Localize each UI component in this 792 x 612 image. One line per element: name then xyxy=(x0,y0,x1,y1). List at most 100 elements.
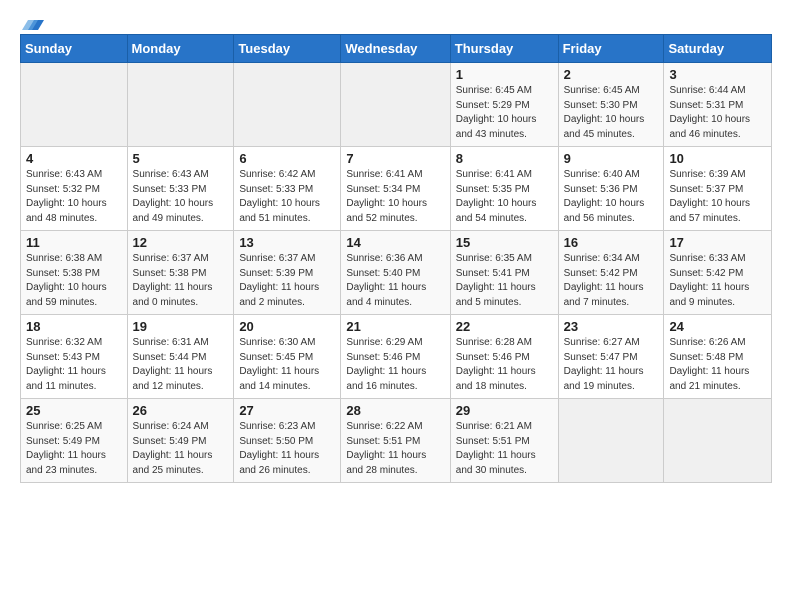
calendar-cell: 16 Sunrise: 6:34 AM Sunset: 5:42 PM Dayli… xyxy=(558,231,664,315)
day-info: Sunrise: 6:31 AM Sunset: 5:44 PM Dayligh… xyxy=(133,336,229,394)
day-number: 16 xyxy=(564,235,659,250)
calendar-cell: 1Sunrise: 6:45 AM Sunset: 5:29 PM Daylig… xyxy=(450,63,558,147)
day-number: 27 xyxy=(239,403,335,418)
day-number: 23 xyxy=(564,319,659,334)
calendar-cell: 21Sunrise: 6:29 AM Sunset: 5:46 PM Dayli… xyxy=(341,315,450,399)
day-number: 26 xyxy=(133,403,229,418)
day-number: 28 xyxy=(346,403,444,418)
calendar-cell: 18 Sunrise: 6:32 AM Sunset: 5:43 PM Dayli… xyxy=(21,315,128,399)
day-info: Sunrise: 6:43 AM Sunset: 5:32 PM Dayligh… xyxy=(26,168,122,226)
calendar-cell: 4 Sunrise: 6:43 AM Sunset: 5:32 PM Daylig… xyxy=(21,147,128,231)
calendar-week-row: 25 Sunrise: 6:25 AM Sunset: 5:49 PM Dayli… xyxy=(21,399,772,483)
day-number: 15 xyxy=(456,235,553,250)
calendar-cell: 11 Sunrise: 6:38 AM Sunset: 5:38 PM Dayli… xyxy=(21,231,128,315)
calendar-cell: 24 Sunrise: 6:26 AM Sunset: 5:48 PM Dayli… xyxy=(664,315,772,399)
weekday-header-monday: Monday xyxy=(127,35,234,63)
day-number: 6 xyxy=(239,151,335,166)
calendar-week-row: 18 Sunrise: 6:32 AM Sunset: 5:43 PM Dayli… xyxy=(21,315,772,399)
day-info: Sunrise: 6:37 AM Sunset: 5:39 PM Dayligh… xyxy=(239,252,335,310)
day-number: 2 xyxy=(564,67,659,82)
weekday-header-friday: Friday xyxy=(558,35,664,63)
day-info: Sunrise: 6:37 AM Sunset: 5:38 PM Dayligh… xyxy=(133,252,229,310)
logo-icon xyxy=(22,12,44,34)
day-info: Sunrise: 6:21 AM Sunset: 5:51 PM Dayligh… xyxy=(456,420,553,478)
page: SundayMondayTuesdayWednesdayThursdayFrid… xyxy=(0,0,792,612)
calendar-cell: 2 Sunrise: 6:45 AM Sunset: 5:30 PM Daylig… xyxy=(558,63,664,147)
day-info: Sunrise: 6:33 AM Sunset: 5:42 PM Dayligh… xyxy=(669,252,766,310)
calendar-cell: 3 Sunrise: 6:44 AM Sunset: 5:31 PM Daylig… xyxy=(664,63,772,147)
day-number: 14 xyxy=(346,235,444,250)
calendar-cell: 19 Sunrise: 6:31 AM Sunset: 5:44 PM Dayli… xyxy=(127,315,234,399)
calendar-cell: 28 Sunrise: 6:22 AM Sunset: 5:51 PM Dayli… xyxy=(341,399,450,483)
day-info: Sunrise: 6:29 AM Sunset: 5:46 PM Dayligh… xyxy=(346,336,444,394)
calendar-cell: 5Sunrise: 6:43 AM Sunset: 5:33 PM Daylig… xyxy=(127,147,234,231)
day-info: Sunrise: 6:35 AM Sunset: 5:41 PM Dayligh… xyxy=(456,252,553,310)
day-info: Sunrise: 6:42 AM Sunset: 5:33 PM Dayligh… xyxy=(239,168,335,226)
calendar-cell xyxy=(341,63,450,147)
calendar-cell: 6 Sunrise: 6:42 AM Sunset: 5:33 PM Daylig… xyxy=(234,147,341,231)
day-info: Sunrise: 6:40 AM Sunset: 5:36 PM Dayligh… xyxy=(564,168,659,226)
day-number: 25 xyxy=(26,403,122,418)
day-number: 3 xyxy=(669,67,766,82)
calendar-cell: 26Sunrise: 6:24 AM Sunset: 5:49 PM Dayli… xyxy=(127,399,234,483)
day-number: 29 xyxy=(456,403,553,418)
logo xyxy=(20,16,44,28)
day-number: 22 xyxy=(456,319,553,334)
calendar-cell xyxy=(558,399,664,483)
day-number: 19 xyxy=(133,319,229,334)
calendar-cell: 20 Sunrise: 6:30 AM Sunset: 5:45 PM Dayli… xyxy=(234,315,341,399)
calendar-cell: 7Sunrise: 6:41 AM Sunset: 5:34 PM Daylig… xyxy=(341,147,450,231)
calendar-header-row: SundayMondayTuesdayWednesdayThursdayFrid… xyxy=(21,35,772,63)
day-info: Sunrise: 6:26 AM Sunset: 5:48 PM Dayligh… xyxy=(669,336,766,394)
day-info: Sunrise: 6:45 AM Sunset: 5:30 PM Dayligh… xyxy=(564,84,659,142)
day-number: 10 xyxy=(669,151,766,166)
day-info: Sunrise: 6:27 AM Sunset: 5:47 PM Dayligh… xyxy=(564,336,659,394)
calendar-cell xyxy=(664,399,772,483)
day-info: Sunrise: 6:25 AM Sunset: 5:49 PM Dayligh… xyxy=(26,420,122,478)
calendar-cell: 10 Sunrise: 6:39 AM Sunset: 5:37 PM Dayli… xyxy=(664,147,772,231)
day-info: Sunrise: 6:28 AM Sunset: 5:46 PM Dayligh… xyxy=(456,336,553,394)
day-info: Sunrise: 6:45 AM Sunset: 5:29 PM Dayligh… xyxy=(456,84,553,142)
day-number: 9 xyxy=(564,151,659,166)
day-number: 4 xyxy=(26,151,122,166)
weekday-header-wednesday: Wednesday xyxy=(341,35,450,63)
day-number: 7 xyxy=(346,151,444,166)
header xyxy=(20,16,772,28)
calendar-cell: 12 Sunrise: 6:37 AM Sunset: 5:38 PM Dayli… xyxy=(127,231,234,315)
calendar-week-row: 1Sunrise: 6:45 AM Sunset: 5:29 PM Daylig… xyxy=(21,63,772,147)
day-info: Sunrise: 6:38 AM Sunset: 5:38 PM Dayligh… xyxy=(26,252,122,310)
day-info: Sunrise: 6:34 AM Sunset: 5:42 PM Dayligh… xyxy=(564,252,659,310)
day-number: 20 xyxy=(239,319,335,334)
day-info: Sunrise: 6:22 AM Sunset: 5:51 PM Dayligh… xyxy=(346,420,444,478)
day-info: Sunrise: 6:39 AM Sunset: 5:37 PM Dayligh… xyxy=(669,168,766,226)
calendar-cell: 8 Sunrise: 6:41 AM Sunset: 5:35 PM Daylig… xyxy=(450,147,558,231)
calendar-cell: 25 Sunrise: 6:25 AM Sunset: 5:49 PM Dayli… xyxy=(21,399,128,483)
day-info: Sunrise: 6:43 AM Sunset: 5:33 PM Dayligh… xyxy=(133,168,229,226)
day-info: Sunrise: 6:32 AM Sunset: 5:43 PM Dayligh… xyxy=(26,336,122,394)
calendar-cell: 23 Sunrise: 6:27 AM Sunset: 5:47 PM Dayli… xyxy=(558,315,664,399)
day-number: 11 xyxy=(26,235,122,250)
day-number: 13 xyxy=(239,235,335,250)
day-number: 8 xyxy=(456,151,553,166)
day-info: Sunrise: 6:30 AM Sunset: 5:45 PM Dayligh… xyxy=(239,336,335,394)
day-number: 12 xyxy=(133,235,229,250)
day-number: 17 xyxy=(669,235,766,250)
weekday-header-thursday: Thursday xyxy=(450,35,558,63)
calendar-cell: 17 Sunrise: 6:33 AM Sunset: 5:42 PM Dayli… xyxy=(664,231,772,315)
calendar-week-row: 4 Sunrise: 6:43 AM Sunset: 5:32 PM Daylig… xyxy=(21,147,772,231)
day-number: 18 xyxy=(26,319,122,334)
day-number: 24 xyxy=(669,319,766,334)
calendar-cell: 27Sunrise: 6:23 AM Sunset: 5:50 PM Dayli… xyxy=(234,399,341,483)
calendar-cell: 14Sunrise: 6:36 AM Sunset: 5:40 PM Dayli… xyxy=(341,231,450,315)
weekday-header-sunday: Sunday xyxy=(21,35,128,63)
weekday-header-saturday: Saturday xyxy=(664,35,772,63)
day-info: Sunrise: 6:44 AM Sunset: 5:31 PM Dayligh… xyxy=(669,84,766,142)
calendar-cell xyxy=(234,63,341,147)
calendar-week-row: 11 Sunrise: 6:38 AM Sunset: 5:38 PM Dayli… xyxy=(21,231,772,315)
calendar-body: 1Sunrise: 6:45 AM Sunset: 5:29 PM Daylig… xyxy=(21,63,772,483)
day-info: Sunrise: 6:41 AM Sunset: 5:35 PM Dayligh… xyxy=(456,168,553,226)
calendar-cell: 29 Sunrise: 6:21 AM Sunset: 5:51 PM Dayli… xyxy=(450,399,558,483)
calendar-cell xyxy=(127,63,234,147)
calendar-cell: 15 Sunrise: 6:35 AM Sunset: 5:41 PM Dayli… xyxy=(450,231,558,315)
calendar-cell: 13 Sunrise: 6:37 AM Sunset: 5:39 PM Dayli… xyxy=(234,231,341,315)
